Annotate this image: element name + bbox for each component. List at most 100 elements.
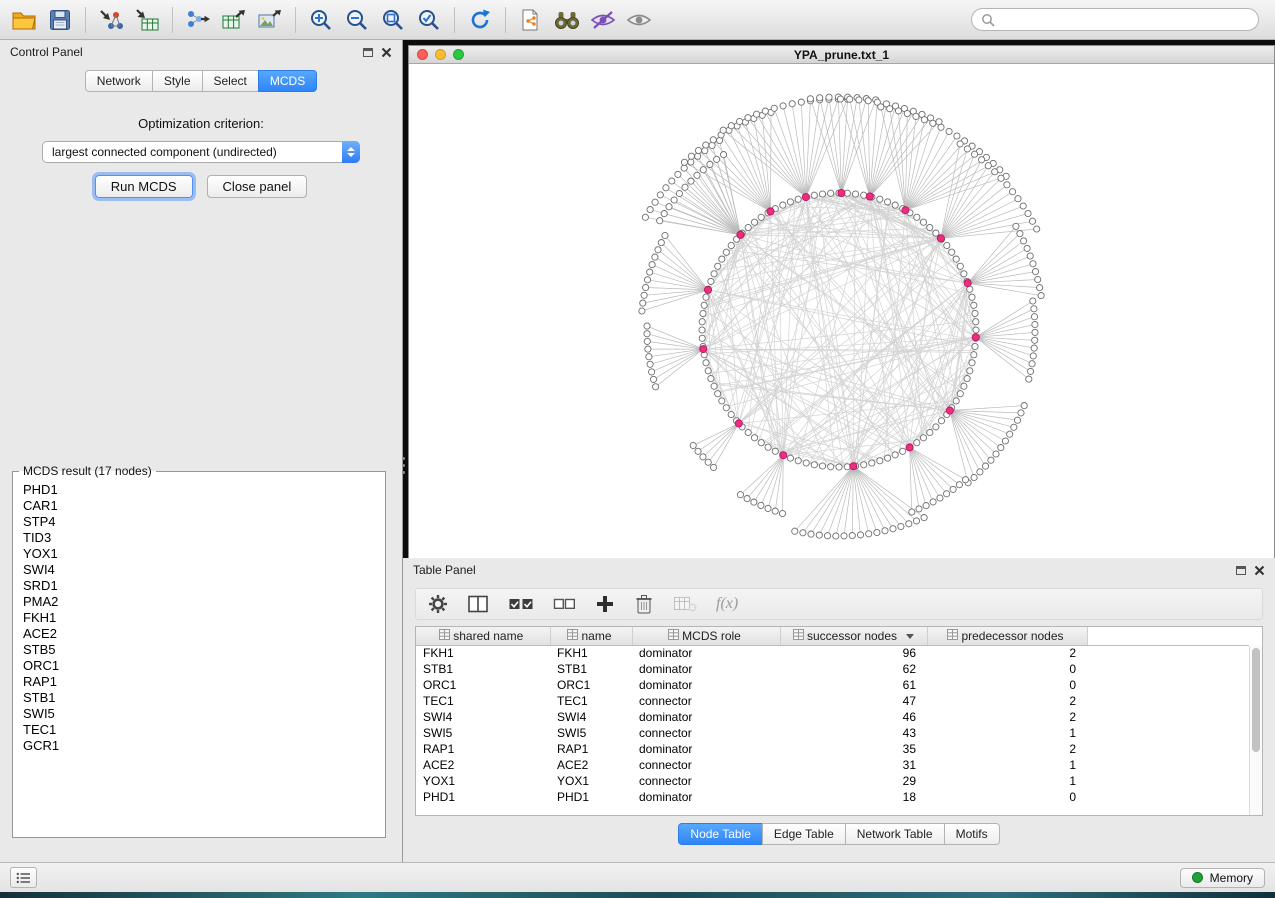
import-table-button[interactable] [129, 5, 165, 35]
table-cell: 0 [927, 789, 1087, 805]
right-column: YPA_prune.txt_1 Table Panel [403, 40, 1275, 862]
window-minimize-button[interactable] [435, 49, 446, 60]
mcds-result-item[interactable]: TID3 [23, 530, 375, 546]
close-panel-icon[interactable] [381, 47, 392, 58]
mcds-result-box: MCDS result (17 nodes) PHD1CAR1STP4TID3Y… [12, 464, 386, 838]
tab-node-table[interactable]: Node Table [678, 823, 763, 845]
table-cell: SWI5 [550, 725, 632, 741]
table-row[interactable]: TEC1TEC1connector472 [416, 693, 1249, 709]
tab-motifs[interactable]: Motifs [944, 823, 1000, 845]
table-settings-button[interactable] [428, 594, 448, 614]
hide-annotations-button[interactable] [585, 5, 621, 35]
show-panels-button[interactable] [10, 867, 37, 888]
zoom-fit-button[interactable] [375, 5, 411, 35]
column-header-successor-nodes[interactable]: successor nodes [780, 627, 927, 645]
show-columns-button[interactable] [467, 594, 489, 614]
export-image-button[interactable] [252, 5, 288, 35]
table-cell: 2 [927, 645, 1087, 661]
mcds-result-item[interactable]: YOX1 [23, 546, 375, 562]
sort-icon [947, 629, 958, 640]
save-session-button[interactable] [42, 5, 78, 35]
mcds-result-item[interactable]: SWI4 [23, 562, 375, 578]
tab-network-table[interactable]: Network Table [845, 823, 945, 845]
table-cell: ACE2 [416, 757, 550, 773]
memory-button[interactable]: Memory [1180, 868, 1265, 888]
table-row[interactable]: STB1STB1dominator620 [416, 661, 1249, 677]
table-panel-title: Table Panel [413, 563, 476, 577]
column-header-predecessor-nodes[interactable]: predecessor nodes [927, 627, 1087, 645]
run-mcds-button[interactable]: Run MCDS [95, 175, 193, 198]
mcds-result-item[interactable]: GCR1 [23, 738, 375, 754]
mcds-result-item[interactable]: STP4 [23, 514, 375, 530]
search-input[interactable] [1001, 13, 1249, 27]
table-row[interactable]: SWI5SWI5connector431 [416, 725, 1249, 741]
window-close-button[interactable] [417, 49, 428, 60]
tab-mcds[interactable]: MCDS [258, 70, 317, 92]
refresh-button[interactable] [462, 5, 498, 35]
column-header-mcds-role[interactable]: MCDS role [632, 627, 780, 645]
tab-style[interactable]: Style [152, 70, 203, 92]
find-button[interactable] [549, 5, 585, 35]
zoom-out-button[interactable] [339, 5, 375, 35]
table-row[interactable]: YOX1YOX1connector291 [416, 773, 1249, 789]
mcds-result-item[interactable]: STB5 [23, 642, 375, 658]
scrollbar-thumb[interactable] [1252, 648, 1260, 752]
table-cell: 1 [927, 725, 1087, 741]
mcds-result-item[interactable]: STB1 [23, 690, 375, 706]
deselect-all-button[interactable] [553, 595, 576, 613]
float-panel-icon[interactable] [1236, 566, 1246, 575]
main-toolbar [0, 0, 1275, 40]
column-header-shared-name[interactable]: shared name [416, 627, 550, 645]
mcds-result-item[interactable]: ACE2 [23, 626, 375, 642]
function-builder-button[interactable]: f(x) [716, 595, 738, 613]
zoom-in-button[interactable] [303, 5, 339, 35]
close-panel-button[interactable]: Close panel [207, 175, 308, 198]
mcds-result-item[interactable]: ORC1 [23, 658, 375, 674]
mcds-result-item[interactable]: PMA2 [23, 594, 375, 610]
table-cell [1087, 709, 1249, 725]
criterion-dropdown[interactable]: largest connected component (undirected) [42, 141, 360, 163]
delete-column-button[interactable] [634, 593, 654, 615]
zoom-selected-button[interactable] [411, 5, 447, 35]
control-panel-title: Control Panel [10, 45, 83, 59]
table-cell [1087, 645, 1249, 661]
mcds-result-item[interactable]: CAR1 [23, 498, 375, 514]
memory-label: Memory [1210, 871, 1253, 885]
add-column-button[interactable] [595, 594, 615, 614]
table-row[interactable]: PHD1PHD1dominator180 [416, 789, 1249, 805]
show-graphics-details-button[interactable] [621, 5, 657, 35]
mcds-result-item[interactable]: SWI5 [23, 706, 375, 722]
table-cell: 61 [780, 677, 927, 693]
table-row[interactable]: ACE2ACE2connector311 [416, 757, 1249, 773]
table-row[interactable]: ORC1ORC1dominator610 [416, 677, 1249, 693]
mcds-result-item[interactable]: SRD1 [23, 578, 375, 594]
export-table-button[interactable] [216, 5, 252, 35]
import-network-button[interactable] [93, 5, 129, 35]
table-row[interactable]: SWI4SWI4dominator462 [416, 709, 1249, 725]
mcds-result-item[interactable]: TEC1 [23, 722, 375, 738]
optimization-criterion-label: Optimization criterion: [0, 116, 402, 131]
mcds-result-item[interactable]: RAP1 [23, 674, 375, 690]
window-zoom-button[interactable] [453, 49, 464, 60]
network-canvas[interactable] [409, 64, 1274, 558]
tab-edge-table[interactable]: Edge Table [762, 823, 846, 845]
mcds-result-item[interactable]: FKH1 [23, 610, 375, 626]
column-header-name[interactable]: name [550, 627, 632, 645]
export-network-button[interactable] [180, 5, 216, 35]
gear-icon [428, 594, 448, 614]
open-session-button[interactable] [6, 5, 42, 35]
table-row[interactable]: RAP1RAP1dominator352 [416, 741, 1249, 757]
column-header-filler [1087, 627, 1249, 645]
table-scrollbar[interactable] [1249, 646, 1262, 815]
select-all-button[interactable] [508, 595, 534, 613]
tab-select[interactable]: Select [202, 70, 259, 92]
import-table-disabled-button[interactable] [673, 595, 697, 613]
table-row[interactable]: FKH1FKH1dominator962 [416, 645, 1249, 661]
share-document-button[interactable] [513, 5, 549, 35]
table-cell: 0 [927, 661, 1087, 677]
close-panel-icon[interactable] [1254, 565, 1265, 576]
float-panel-icon[interactable] [363, 48, 373, 57]
tab-network[interactable]: Network [85, 70, 153, 92]
panel-splitter[interactable] [399, 448, 407, 482]
mcds-result-item[interactable]: PHD1 [23, 482, 375, 498]
